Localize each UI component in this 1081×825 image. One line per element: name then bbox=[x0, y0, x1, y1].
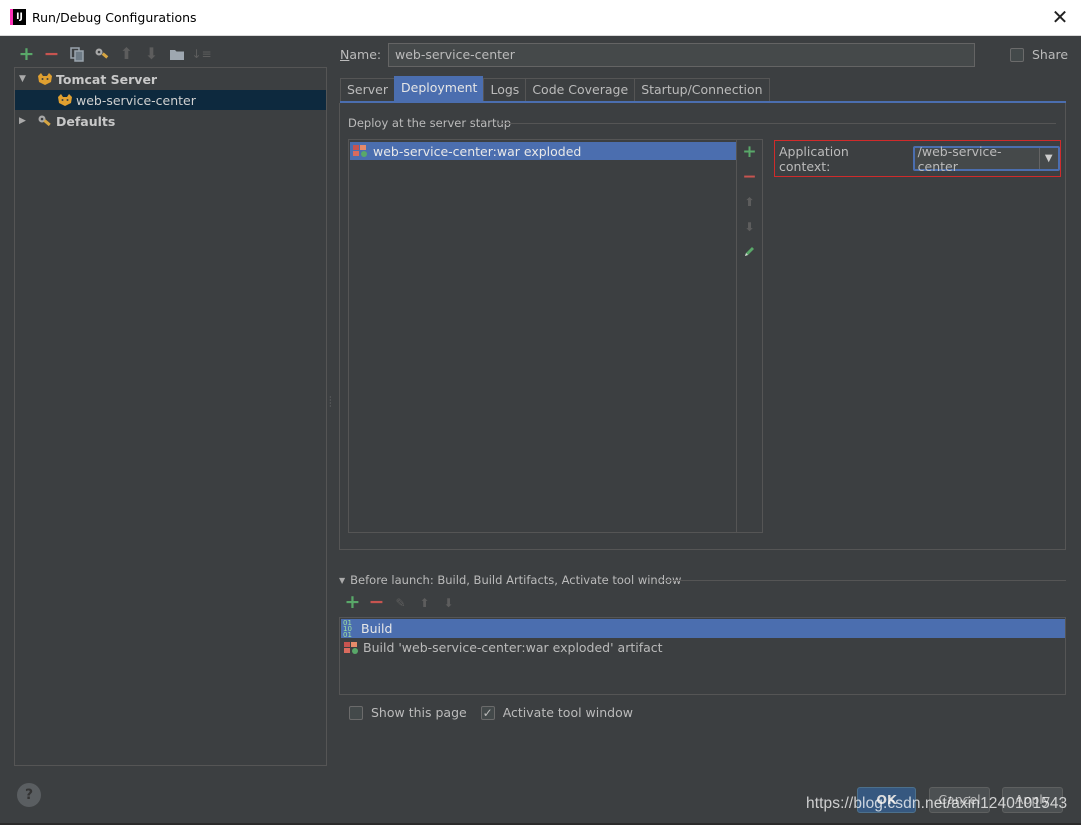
artifact-label: web-service-center:war exploded bbox=[373, 143, 582, 159]
share-label: Share bbox=[1032, 47, 1069, 62]
tab-deployment[interactable]: Deployment bbox=[394, 76, 484, 102]
tree-group-tomcat-server[interactable]: ▼ Tomcat Server bbox=[15, 69, 326, 89]
activate-tool-window-label: Activate tool window bbox=[502, 705, 633, 720]
tree-item-label: web-service-center bbox=[76, 92, 196, 108]
show-this-page-label: Show this page bbox=[371, 705, 467, 720]
war-artifact-icon bbox=[352, 144, 368, 158]
copy-icon[interactable] bbox=[68, 46, 85, 63]
tree-group-defaults[interactable]: ▶ Defaults bbox=[15, 111, 326, 131]
edit-task-icon[interactable]: ✎ bbox=[392, 594, 409, 611]
tab-server[interactable]: Server bbox=[340, 78, 394, 102]
application-context-value[interactable]: /web-service-center bbox=[918, 144, 1039, 174]
before-launch-title: Before launch: Build, Build Artifacts, A… bbox=[350, 573, 682, 587]
expanded-arrow-icon[interactable]: ▼ bbox=[19, 74, 29, 84]
name-input[interactable]: web-service-center bbox=[388, 43, 975, 67]
deploy-section-title: Deploy at the server startup bbox=[348, 116, 512, 130]
sort-icon[interactable]: ↓≡ bbox=[191, 46, 211, 63]
edit-defaults-icon[interactable] bbox=[93, 46, 110, 63]
build-binary-icon: 01 10 01 bbox=[343, 618, 352, 639]
add-task-icon[interactable]: + bbox=[344, 593, 361, 612]
show-this-page-box[interactable] bbox=[349, 705, 363, 720]
window-title: Run/Debug Configurations bbox=[32, 10, 197, 25]
splitter-handle[interactable]: · · · · bbox=[329, 394, 332, 411]
tree-item-web-service-center[interactable]: web-service-center bbox=[15, 90, 326, 110]
share-checkbox[interactable]: Share bbox=[1010, 47, 1068, 62]
configurations-tree: ▼ Tomcat Server web-service-center ▶ Def… bbox=[14, 67, 327, 766]
collapse-arrow-icon[interactable]: ▼ bbox=[339, 576, 345, 585]
move-up-icon[interactable]: ⬆ bbox=[416, 594, 433, 611]
defaults-wrench-icon bbox=[37, 114, 53, 128]
move-down-icon[interactable]: ⬇ bbox=[143, 46, 160, 63]
tomcat-icon bbox=[57, 93, 73, 107]
folder-icon[interactable] bbox=[168, 46, 185, 63]
close-icon[interactable]: ✕ bbox=[1049, 6, 1071, 28]
tab-startup-connection[interactable]: Startup/Connection bbox=[634, 78, 770, 102]
move-down-icon[interactable]: ⬇ bbox=[741, 217, 759, 236]
application-context-combobox[interactable]: /web-service-center ▼ bbox=[912, 144, 1060, 174]
artifact-item[interactable]: web-service-center:war exploded bbox=[350, 142, 736, 160]
artifact-actions: + − ⬆ ⬇ bbox=[737, 139, 763, 533]
add-icon[interactable]: + bbox=[18, 44, 35, 63]
move-down-icon[interactable]: ⬇ bbox=[440, 594, 457, 611]
before-launch-list[interactable]: 01 10 01 Build Build 'web-service-center:w… bbox=[339, 617, 1066, 695]
move-up-icon[interactable]: ⬆ bbox=[118, 46, 135, 63]
task-label: Build 'web-service-center:war exploded' … bbox=[363, 640, 663, 655]
help-icon[interactable]: ? bbox=[17, 783, 41, 807]
application-context-row: Application context: /web-service-center… bbox=[774, 140, 1061, 177]
launch-options: Show this page ✓ Activate tool window bbox=[349, 705, 639, 720]
tab-logs[interactable]: Logs bbox=[483, 78, 526, 102]
tree-group-label: Tomcat Server bbox=[56, 71, 158, 87]
section-divider bbox=[663, 580, 1066, 581]
intellij-app-icon: IJ bbox=[10, 9, 26, 25]
before-launch-toolbar: + − ✎ ⬆ ⬇ bbox=[344, 593, 457, 612]
remove-task-icon[interactable]: − bbox=[368, 593, 385, 612]
watermark-text: https://blog.csdn.net/axin1240101543 bbox=[806, 795, 1068, 812]
war-artifact-icon bbox=[343, 641, 359, 655]
tomcat-icon bbox=[37, 72, 53, 86]
tab-code-coverage[interactable]: Code Coverage bbox=[525, 78, 635, 102]
section-divider bbox=[498, 123, 1056, 124]
add-artifact-icon[interactable]: + bbox=[741, 142, 759, 162]
before-launch-header[interactable]: ▼ Before launch: Build, Build Artifacts,… bbox=[339, 573, 681, 587]
configurations-toolbar: + − ⬆ ⬇ ↓≡ bbox=[14, 42, 212, 66]
checkmark-icon[interactable]: ✓ bbox=[480, 705, 495, 720]
application-context-label: Application context: bbox=[779, 143, 849, 174]
edit-pencil-icon[interactable] bbox=[741, 242, 759, 261]
remove-artifact-icon[interactable]: − bbox=[741, 167, 759, 187]
dropdown-arrow-icon[interactable]: ▼ bbox=[1038, 148, 1059, 169]
remove-icon[interactable]: − bbox=[43, 44, 60, 63]
config-tabs: Server Deployment Logs Code Coverage Sta… bbox=[340, 76, 770, 102]
task-label: Build bbox=[361, 621, 393, 636]
name-label: Name: bbox=[340, 47, 382, 62]
before-launch-item-build-artifact[interactable]: Build 'web-service-center:war exploded' … bbox=[341, 638, 1065, 657]
title-bar: IJ Run/Debug Configurations ✕ bbox=[0, 0, 1081, 36]
show-this-page-checkbox[interactable]: Show this page bbox=[349, 705, 467, 720]
tree-group-label: Defaults bbox=[56, 113, 116, 129]
move-up-icon[interactable]: ⬆ bbox=[741, 192, 759, 211]
collapsed-arrow-icon[interactable]: ▶ bbox=[19, 116, 29, 126]
share-checkbox-box[interactable] bbox=[1010, 47, 1024, 62]
artifact-list[interactable]: web-service-center:war exploded bbox=[348, 139, 737, 533]
activate-tool-window-checkbox[interactable]: ✓ Activate tool window bbox=[480, 705, 633, 720]
before-launch-item-build[interactable]: 01 10 01 Build bbox=[341, 619, 1065, 638]
